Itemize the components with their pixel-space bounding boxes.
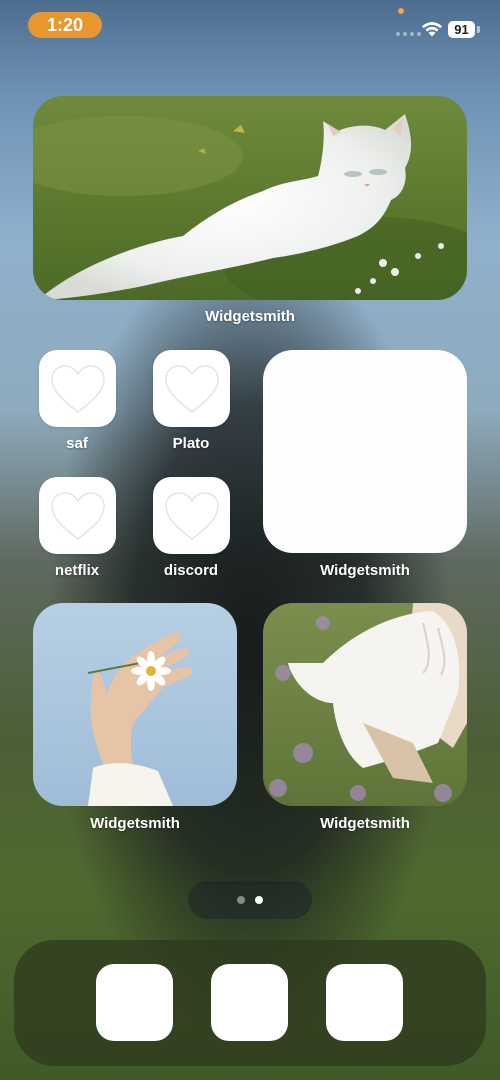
app-label-plato: Plato [172, 435, 210, 452]
heart-icon [50, 491, 105, 540]
app-label-discord: discord [163, 562, 219, 579]
cat-widget-label: Widgetsmith [205, 308, 295, 325]
signal-icon [396, 32, 421, 36]
hand-photo-widget[interactable] [33, 603, 237, 806]
dock-app-2[interactable] [211, 964, 288, 1041]
blank-widget-label: Widgetsmith [320, 562, 410, 579]
dock-app-3[interactable] [326, 964, 403, 1041]
privacy-indicator-dot [398, 8, 404, 14]
app-label-netflix: netflix [54, 562, 100, 579]
wifi-icon [422, 22, 442, 37]
blouse-photo-widget[interactable] [263, 603, 467, 806]
status-time[interactable]: 1:20 [28, 12, 102, 38]
page-dot-1[interactable] [237, 896, 245, 904]
battery-tip [477, 26, 480, 33]
blouse-field-photo [263, 603, 467, 806]
app-label-saf: saf [66, 435, 88, 452]
cat-photo-widget[interactable] [33, 96, 467, 300]
hand-widget-label: Widgetsmith [90, 815, 180, 832]
cat-photo [33, 96, 467, 300]
heart-icon [164, 364, 219, 413]
blank-widget[interactable] [263, 350, 467, 553]
heart-icon [164, 491, 219, 540]
home-screen: 1:20 91 Widgetsmith saf Plato netflix di… [0, 0, 500, 1080]
app-netflix[interactable] [39, 477, 116, 554]
app-plato[interactable] [153, 350, 230, 427]
hand-daisy-photo [33, 603, 237, 806]
app-discord[interactable] [153, 477, 230, 554]
page-indicator[interactable] [188, 881, 312, 919]
dock-app-1[interactable] [96, 964, 173, 1041]
blouse-widget-label: Widgetsmith [320, 815, 410, 832]
status-bar: 1:20 91 [0, 0, 500, 52]
page-dot-2-active[interactable] [255, 896, 263, 904]
heart-icon [50, 364, 105, 413]
battery-indicator: 91 [448, 21, 475, 38]
app-saf[interactable] [39, 350, 116, 427]
